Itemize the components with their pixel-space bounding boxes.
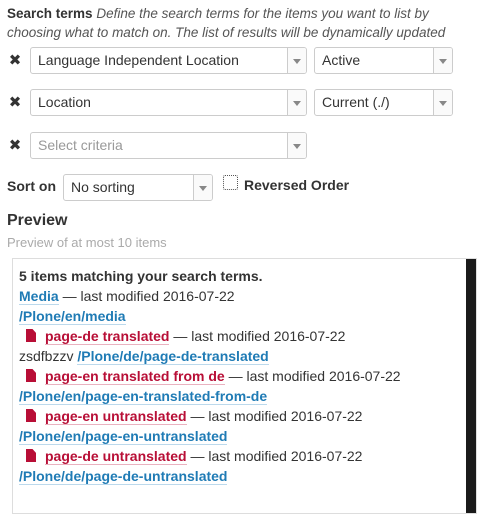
remove-criterion-icon[interactable]: ✖ [8,53,22,68]
page-icon [26,329,36,342]
result-path-link[interactable]: /Plone/en/page-en-untranslated [19,428,228,445]
select-criteria-select[interactable]: Select criteria [30,132,307,159]
result-path-link[interactable]: /Plone/de/page-de-translated [77,348,269,365]
results-list: 5 items matching your search terms. Medi… [19,266,464,486]
sort-on-label: Sort on [7,178,56,194]
chevron-down-icon [287,90,306,115]
reversed-order-label[interactable]: Reversed Order [244,177,349,193]
preview-results-panel: 5 items matching your search terms. Medi… [12,258,477,514]
sort-on-select[interactable]: No sorting [63,174,213,201]
list-item-path: zsdfbzzv /Plone/de/page-de-translated [19,346,464,366]
result-modified: — last modified 2016-07-22 [58,288,235,304]
page-icon [26,369,36,382]
result-modified: — last modified 2016-07-22 [186,448,363,464]
criterion-field-select[interactable]: Location [30,89,307,116]
result-title-link[interactable]: page-de untranslated [45,448,187,465]
result-title-link[interactable]: page-en translated from de [45,368,225,385]
chevron-down-icon [433,48,452,73]
result-path-link[interactable]: /Plone/en/page-en-translated-from-de [19,388,268,405]
list-item-path: /Plone/en/page-en-translated-from-de [19,386,464,406]
list-item-path: /Plone/en/media [19,306,464,326]
result-modified: — last modified 2016-07-22 [224,368,401,384]
preview-title: Preview [7,212,68,229]
list-item: page-en untranslated — last modified 201… [19,406,464,426]
reversed-order-checkbox[interactable] [223,175,238,190]
list-item-path: /Plone/de/page-de-untranslated [19,466,464,486]
criterion-operator-value: Active [322,52,361,68]
results-count: 5 items matching your search terms. [19,268,263,284]
result-modified: — last modified 2016-07-22 [186,408,363,424]
list-item-path: /Plone/en/page-en-untranslated [19,426,464,446]
preview-subtitle: Preview of at most 10 items [7,235,167,250]
page-icon [26,409,36,422]
page-icon [26,449,36,462]
result-modified: — last modified 2016-07-22 [169,328,346,344]
result-title-link[interactable]: page-en untranslated [45,408,187,425]
criterion-field-value: Location [38,94,91,110]
list-item: page-de translated — last modified 2016-… [19,326,464,346]
list-item: page-de untranslated — last modified 201… [19,446,464,466]
criterion-operator-value: Current (./) [322,94,390,110]
list-item: page-en translated from de — last modifi… [19,366,464,386]
remove-criterion-icon[interactable]: ✖ [8,95,22,110]
select-criteria-placeholder: Select criteria [38,137,123,153]
list-item: Media — last modified 2016-07-22 [19,286,464,306]
criterion-field-select[interactable]: Language Independent Location [30,47,307,74]
search-terms-intro: Search terms Define the search terms for… [7,4,477,42]
chevron-down-icon [287,133,306,158]
result-description: zsdfbzzv [19,348,78,364]
results-scrollbar[interactable] [466,259,476,513]
sort-on-value: No sorting [71,179,135,195]
result-path-link[interactable]: /Plone/en/media [19,308,126,325]
chevron-down-icon [287,48,306,73]
result-path-link[interactable]: /Plone/de/page-de-untranslated [19,468,228,485]
criterion-operator-select[interactable]: Current (./) [314,89,453,116]
result-title-link[interactable]: page-de translated [45,328,170,345]
criterion-operator-select[interactable]: Active [314,47,453,74]
chevron-down-icon [433,90,452,115]
search-terms-title: Search terms [7,6,93,21]
chevron-down-icon [193,175,212,200]
criterion-field-value: Language Independent Location [38,52,239,68]
result-title-link[interactable]: Media [19,288,59,305]
remove-criterion-icon[interactable]: ✖ [8,138,22,153]
